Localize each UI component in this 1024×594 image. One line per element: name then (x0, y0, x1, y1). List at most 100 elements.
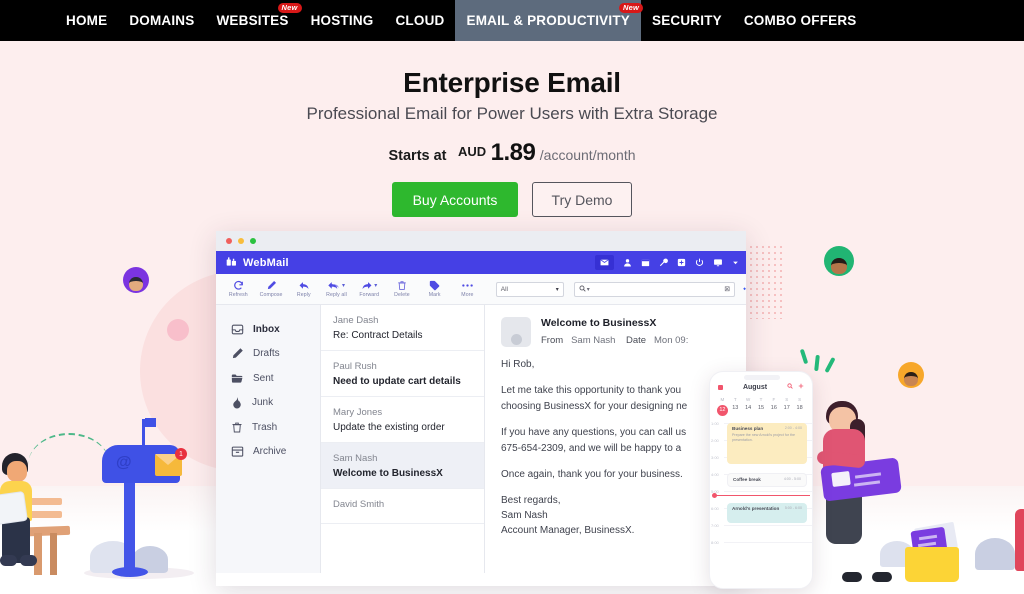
delete-button[interactable]: Delete (386, 280, 419, 298)
mail-icon[interactable] (595, 255, 614, 270)
calendar-day[interactable]: 18 (793, 405, 806, 416)
calendar-event[interactable]: Business plan Prepare the new Arnold's p… (727, 423, 807, 464)
message-list-item[interactable]: Paul Rush Need to update cart details (321, 351, 484, 397)
sidebar-item-label: Trash (252, 421, 278, 433)
calendar-header-actions (787, 383, 804, 391)
toolbar-label: Forward (359, 292, 380, 298)
monitor-icon[interactable] (713, 258, 723, 267)
toolbar-overflow-icon[interactable]: ⬩ (743, 284, 746, 294)
sidebar-item-sent[interactable]: Sent (216, 366, 320, 391)
window-close-dot[interactable] (226, 238, 232, 244)
weekday-label: F (772, 397, 776, 402)
letter-line (918, 534, 938, 540)
message-list-item[interactable]: Jane Dash Re: Contract Details (321, 305, 484, 351)
avatar-green (824, 246, 854, 276)
date-label: Date (626, 335, 647, 346)
search-icon[interactable] (787, 383, 793, 391)
nav-item-hosting[interactable]: HOSTING (300, 0, 385, 41)
new-badge: New (618, 3, 643, 13)
email-meta: From Sam Nash Date Mon 09: (541, 335, 688, 346)
more-button[interactable]: More (451, 280, 484, 298)
spark-icon (824, 356, 836, 374)
calendar-day[interactable]: 14 (742, 405, 755, 416)
reply-button[interactable]: Reply (287, 280, 320, 298)
sidebar-item-trash[interactable]: Trash (216, 415, 320, 440)
person-shoe (20, 555, 37, 566)
calendar-day[interactable]: 16 (767, 405, 780, 416)
calendar-icon[interactable] (641, 258, 650, 267)
sidebar-item-drafts[interactable]: Drafts (216, 342, 320, 367)
mark-button[interactable]: Mark (418, 280, 451, 298)
from-label: From (541, 335, 564, 346)
clear-search-icon[interactable]: ⊠ (724, 285, 730, 293)
mailbox-body (102, 445, 180, 483)
power-icon[interactable] (695, 258, 704, 267)
page-title: Enterprise Email (403, 67, 621, 98)
woman-arm (816, 450, 866, 469)
sidebar-item-archive[interactable]: Archive (216, 440, 320, 465)
refresh-button[interactable]: Refresh (222, 280, 255, 298)
signature-line: Best regards, (501, 495, 561, 506)
search-input[interactable]: ▾ ⊠ (573, 281, 736, 297)
nav-item-cloud[interactable]: CLOUD (384, 0, 455, 41)
nav-item-combo-offers[interactable]: COMBO OFFERS (733, 0, 868, 41)
search-dropdown-caret[interactable]: ▾ (587, 286, 590, 293)
message-list-item[interactable]: Mary Jones Update the existing order (321, 397, 484, 443)
spark-icon (814, 354, 820, 372)
wrench-icon[interactable] (659, 258, 668, 267)
webmail-body: Inbox Drafts Sent Junk Trash Archive Jan… (216, 305, 746, 573)
from-value: Sam Nash (571, 335, 616, 346)
calendar-day[interactable]: 17 (780, 405, 793, 416)
date-value: Mon 09: (654, 335, 689, 346)
mailbox-flagpole (142, 419, 145, 449)
try-demo-button[interactable]: Try Demo (532, 182, 632, 217)
nav-item-domains[interactable]: DOMAINS (118, 0, 205, 41)
file-tray (905, 547, 959, 582)
rock (975, 538, 1015, 570)
price-amount: 1.89 (490, 139, 536, 166)
bench-seat (3, 525, 71, 538)
nav-item-email-productivity[interactable]: EMAIL & PRODUCTIVITY New (455, 0, 643, 41)
calendar-day[interactable]: 15 (755, 405, 768, 416)
plus-box-icon[interactable] (677, 258, 686, 267)
inbox-icon (231, 323, 244, 336)
chevron-down-icon[interactable]: ▾ (374, 282, 377, 289)
woman-legs (826, 476, 862, 544)
webmail-logo-icon (226, 254, 237, 272)
laptop-icon (0, 490, 28, 526)
sidebar-item-inbox[interactable]: Inbox (216, 317, 320, 342)
nav-item-websites[interactable]: WEBSITES New (205, 0, 302, 41)
forward-button[interactable]: ▾ Forward (353, 280, 386, 298)
weekday-label: M (720, 397, 725, 402)
hour-label: 1:00 (711, 421, 719, 426)
calendar-day[interactable]: 13 (729, 405, 742, 416)
message-list-item-selected[interactable]: Sam Nash Welcome to BusinessX (321, 443, 484, 489)
chevron-down-icon[interactable]: ▾ (342, 282, 345, 289)
scope-filter-select[interactable]: All ▾ (495, 281, 564, 297)
window-minimize-dot[interactable] (238, 238, 244, 244)
avatar (501, 317, 531, 347)
calendar-event[interactable]: Arnold's presentation 5:00 - 6:00 (727, 503, 807, 523)
weekday-label: T (759, 397, 763, 402)
chevron-down-icon[interactable] (732, 259, 739, 266)
message-list-item[interactable]: David Smith (321, 489, 484, 524)
calendar-timeline: 1:00 2:00 3:00 4:00 5:00 6:00 7:00 8:00 … (710, 421, 812, 559)
buy-accounts-button[interactable]: Buy Accounts (392, 182, 518, 217)
reading-pane: Welcome to BusinessX From Sam Nash Date … (485, 305, 746, 573)
compose-button[interactable]: Compose (255, 280, 288, 298)
hour-label: 4:00 (711, 472, 719, 477)
message-subject: Welcome to BusinessX (333, 468, 443, 479)
pencil-icon (231, 347, 244, 360)
reply-all-button[interactable]: ▾ Reply all (320, 280, 353, 298)
calendar-day-today[interactable]: 12 (716, 405, 729, 416)
message-subject: Need to update cart details (333, 376, 461, 387)
nav-item-home[interactable]: HOME (55, 0, 118, 41)
user-icon[interactable] (623, 258, 632, 267)
nav-item-security[interactable]: SECURITY (641, 0, 733, 41)
hour-label: 8:00 (711, 540, 719, 545)
envelope-card (831, 470, 851, 488)
window-maximize-dot[interactable] (250, 238, 256, 244)
plus-icon[interactable] (798, 383, 804, 391)
sidebar-item-junk[interactable]: Junk (216, 391, 320, 416)
calendar-event[interactable]: Coffee break 4:00 - 5:00 (727, 473, 807, 487)
